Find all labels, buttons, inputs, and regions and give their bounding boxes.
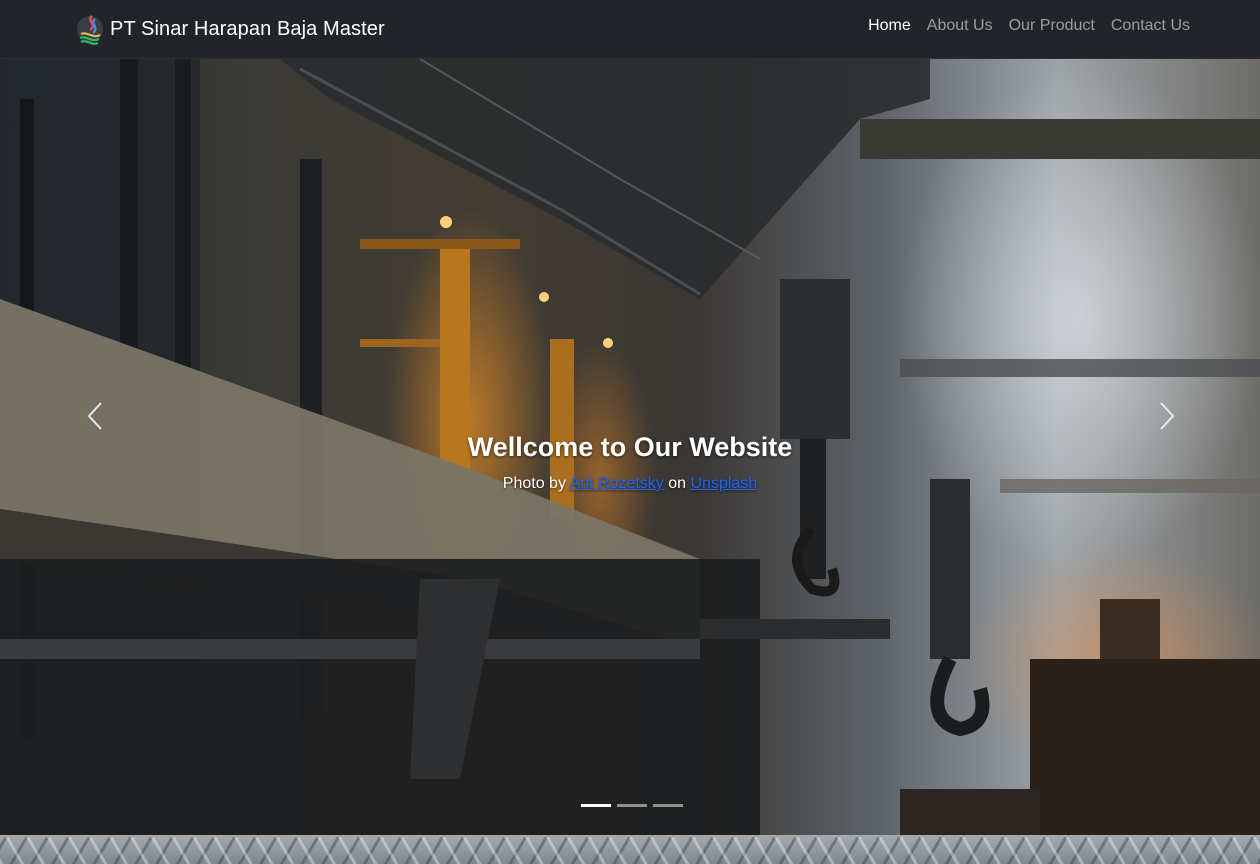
chevron-left-icon bbox=[87, 402, 102, 430]
diamond-plate-section-background bbox=[0, 835, 1260, 864]
photographer-link[interactable]: Ant Rozetsky bbox=[570, 475, 664, 492]
carousel-indicators bbox=[581, 804, 683, 807]
carousel-next-button[interactable] bbox=[1070, 59, 1260, 769]
carousel-prev-button[interactable] bbox=[0, 59, 190, 769]
nav-link-about-us[interactable]: About Us bbox=[927, 16, 993, 36]
carousel-caption: Wellcome to Our Website Photo by Ant Roz… bbox=[330, 432, 930, 493]
nav-menu: Home About Us Our Product Contact Us bbox=[868, 16, 1190, 36]
carousel-indicator-3[interactable] bbox=[653, 804, 683, 807]
credit-prefix: Photo by bbox=[502, 475, 566, 492]
steel-flame-logo-icon bbox=[77, 15, 103, 45]
nav-link-our-product[interactable]: Our Product bbox=[1009, 16, 1095, 36]
carousel-indicator-1[interactable] bbox=[581, 804, 611, 807]
caption-title: Wellcome to Our Website bbox=[467, 432, 793, 462]
brand-name: PT Sinar Harapan Baja Master bbox=[110, 17, 385, 40]
photo-credit: Photo by Ant Rozetsky on Unsplash bbox=[330, 475, 930, 493]
nav-link-home[interactable]: Home bbox=[868, 16, 911, 36]
nav-link-contact-us[interactable]: Contact Us bbox=[1111, 16, 1190, 36]
hero-carousel: Wellcome to Our Website Photo by Ant Roz… bbox=[0, 59, 1260, 835]
unsplash-link[interactable]: Unsplash bbox=[690, 475, 757, 492]
credit-middle: on bbox=[668, 475, 687, 492]
chevron-right-icon bbox=[1160, 402, 1175, 430]
carousel-indicator-2[interactable] bbox=[617, 804, 647, 807]
top-navbar: PT Sinar Harapan Baja Master Home About … bbox=[0, 0, 1260, 59]
brand-link[interactable]: PT Sinar Harapan Baja Master bbox=[76, 10, 385, 48]
